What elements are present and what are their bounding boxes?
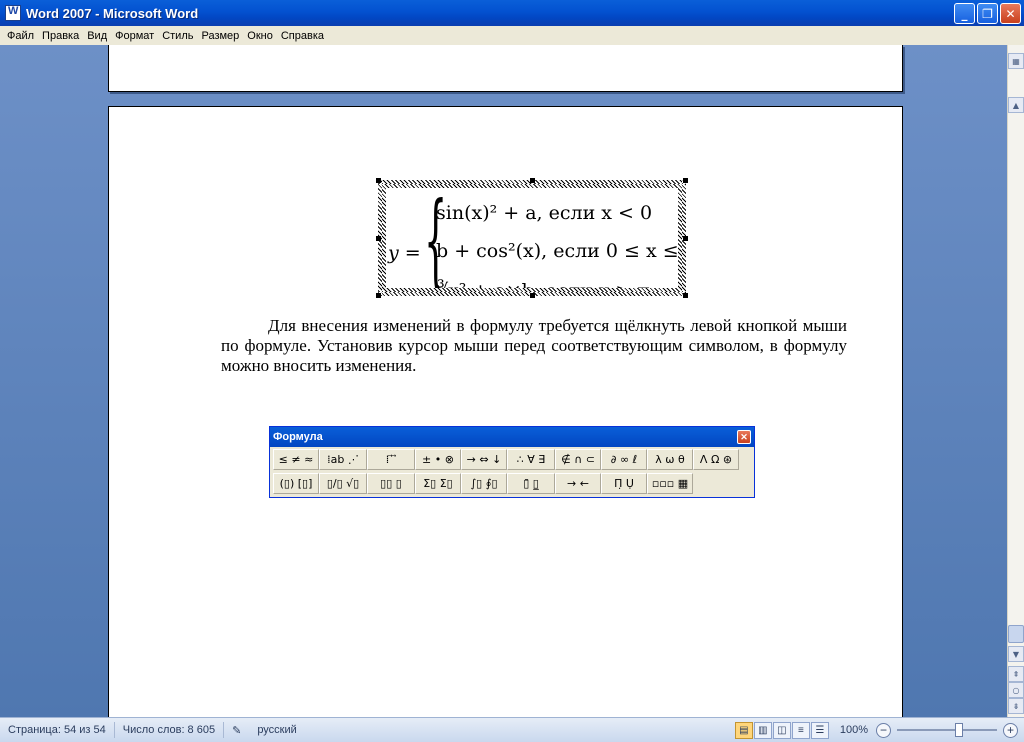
menu-style[interactable]: Стиль [158, 30, 197, 42]
next-page-icon[interactable]: ⇟ [1008, 698, 1024, 714]
resize-handle-w[interactable] [376, 236, 381, 241]
body-paragraph[interactable]: Для внесения изменений в формулу требует… [221, 316, 847, 376]
resize-handle-e[interactable] [683, 236, 688, 241]
menu-format[interactable]: Формат [111, 30, 158, 42]
outline-view-icon[interactable]: ≡ [791, 721, 810, 739]
greek-uppercase-button[interactable]: Λ Ω ⊛ [693, 449, 739, 470]
menu-help[interactable]: Справка [277, 30, 328, 42]
word-app-icon[interactable] [5, 5, 21, 21]
subscript-superscript-button[interactable]: ▯▯ ▯ [367, 473, 415, 494]
scroll-down-icon[interactable]: ▼ [1008, 646, 1024, 662]
formula-toolbar: Формула ✕ ≤ ≠ ≈ ⁞ab ⋰ ⁞ ⃗ ⃗ ± • ⊗ → ⇔ ↓ … [269, 426, 755, 498]
spaces-ellipses-button[interactable]: ⁞ab ⋰ [319, 449, 367, 470]
word-count[interactable]: Число слов: 8 605 [115, 722, 225, 738]
underbar-overbar-button[interactable]: ▯̄ ▯̲ [507, 473, 555, 494]
relations-button[interactable]: ≤ ≠ ≈ [273, 449, 319, 470]
previous-page-icon[interactable]: ⇞ [1008, 666, 1024, 682]
arrows-button[interactable]: → ⇔ ↓ [461, 449, 507, 470]
misc-symbols-button[interactable]: ∂ ∞ ℓ [601, 449, 647, 470]
scroll-up-icon[interactable]: ▲ [1008, 97, 1024, 113]
ruler-toggle-icon[interactable]: ▦ [1008, 53, 1024, 69]
select-browse-object-icon[interactable]: ○ [1008, 682, 1024, 698]
fence-templates-button[interactable]: (▯) [▯] [273, 473, 319, 494]
embellishments-button[interactable]: ⁞ ⃗ ⃗ [367, 449, 415, 470]
matrix-button[interactable]: ▫▫▫ ▦ [647, 473, 693, 494]
formula-line-3: ∛x² + a×b, если x > π [436, 280, 650, 288]
language-indicator[interactable]: русский [249, 722, 304, 738]
zoom-slider[interactable] [897, 723, 997, 737]
page-count[interactable]: Страница: 54 из 54 [0, 722, 115, 738]
resize-handle-sw[interactable] [376, 293, 381, 298]
formula-content: y = { sin(x)² + a, если x < 0 b + cos²(x… [386, 188, 678, 288]
menu-file[interactable]: Файл [3, 30, 38, 42]
menu-size[interactable]: Размер [197, 30, 243, 42]
menu-view[interactable]: Вид [83, 30, 111, 42]
formula-line-2: b + cos²(x), если 0 ≤ x ≤ π [436, 240, 678, 262]
draft-view-icon[interactable]: ☰ [810, 721, 829, 739]
resize-handle-n[interactable] [530, 178, 535, 183]
toolbar-row-symbols: ≤ ≠ ≈ ⁞ab ⋰ ⁞ ⃗ ⃗ ± • ⊗ → ⇔ ↓ ∴ ∀ ∃ ∉ ∩ … [270, 447, 754, 471]
full-screen-reading-icon[interactable]: ▥ [753, 721, 772, 739]
fraction-radical-button[interactable]: ▯/▯ √▯ [319, 473, 367, 494]
window-controls: _ ❐ ✕ [954, 3, 1021, 24]
vertical-scrollbar[interactable]: ▦ ▲ ▼ ⇞ ○ ⇟ [1007, 45, 1024, 717]
proofing-icon[interactable]: ✎ [224, 722, 249, 738]
minimize-button[interactable]: _ [954, 3, 975, 24]
menu-edit[interactable]: Правка [38, 30, 83, 42]
title-bar: Word 2007 - Microsoft Word _ ❐ ✕ [0, 0, 1024, 26]
maximize-button[interactable]: ❐ [977, 3, 998, 24]
scroll-thumb[interactable] [1008, 625, 1024, 643]
greek-lowercase-button[interactable]: λ ω θ [647, 449, 693, 470]
toolbar-close-button[interactable]: ✕ [737, 430, 751, 444]
logic-button[interactable]: ∴ ∀ ∃ [507, 449, 555, 470]
web-layout-icon[interactable]: ◫ [772, 721, 791, 739]
zoom-in-icon[interactable]: + [1003, 722, 1018, 738]
zoom-slider-knob[interactable] [955, 723, 963, 737]
status-bar: Страница: 54 из 54 Число слов: 8 605 ✎ р… [0, 717, 1024, 742]
operators-button[interactable]: ± • ⊗ [415, 449, 461, 470]
print-layout-view-icon[interactable]: ▤ [734, 721, 753, 739]
toolbar-row-templates: (▯) [▯] ▯/▯ √▯ ▯▯ ▯ Σ▯ Σ▯ ∫▯ ∮▯ ▯̄ ▯̲ → … [270, 471, 754, 495]
products-set-button[interactable]: Π̣ Ụ [601, 473, 647, 494]
formula-object[interactable]: y = { sin(x)² + a, если x < 0 b + cos²(x… [378, 180, 686, 296]
zoom-level[interactable]: 100% [830, 722, 876, 738]
close-button[interactable]: ✕ [1000, 3, 1021, 24]
toolbar-title: Формула [273, 431, 323, 443]
window-title: Word 2007 - Microsoft Word [26, 5, 199, 21]
previous-page-bottom [108, 45, 903, 92]
summation-button[interactable]: Σ▯ Σ▯ [415, 473, 461, 494]
set-theory-button[interactable]: ∉ ∩ ⊂ [555, 449, 601, 470]
integral-button[interactable]: ∫▯ ∮▯ [461, 473, 507, 494]
menu-window[interactable]: Окно [243, 30, 277, 42]
formula-lhs: y = [388, 242, 421, 264]
formula-line-1: sin(x)² + a, если x < 0 [436, 202, 653, 224]
resize-handle-s[interactable] [530, 293, 535, 298]
resize-handle-nw[interactable] [376, 178, 381, 183]
zoom-out-icon[interactable]: − [876, 722, 891, 738]
menu-bar: Файл Правка Вид Формат Стиль Размер Окно… [0, 26, 1024, 45]
labeled-arrows-button[interactable]: → ← [555, 473, 601, 494]
resize-handle-se[interactable] [683, 293, 688, 298]
resize-handle-ne[interactable] [683, 178, 688, 183]
toolbar-title-bar[interactable]: Формула ✕ [270, 427, 754, 447]
